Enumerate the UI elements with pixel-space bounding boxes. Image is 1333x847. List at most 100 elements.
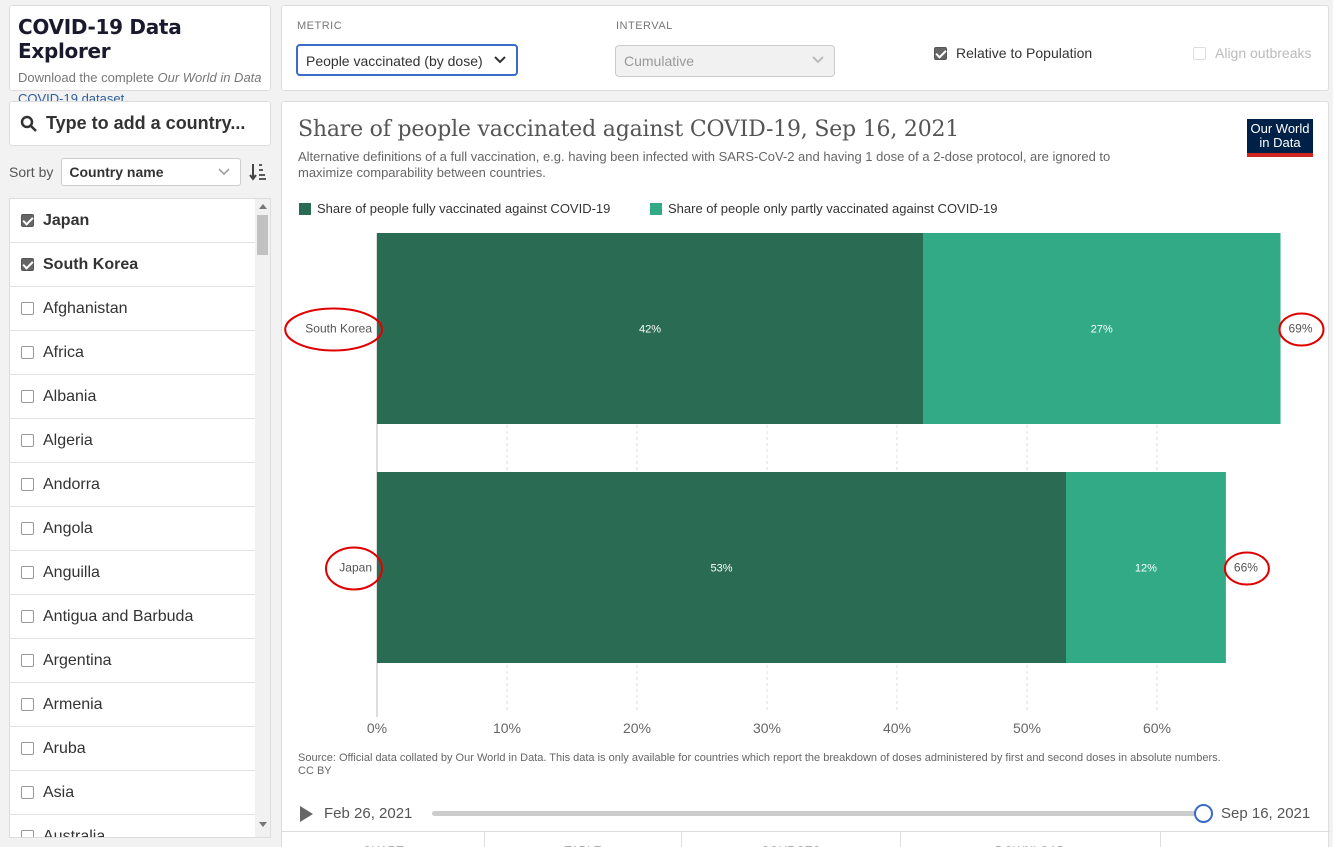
checkbox-unchecked-icon[interactable] — [21, 302, 34, 315]
list-item[interactable]: Japan — [10, 199, 255, 243]
timeline: Feb 26, 2021 Sep 16, 2021 — [298, 802, 1318, 826]
x-tick-label: 0% — [367, 720, 387, 736]
checkbox-checked-icon[interactable] — [21, 258, 34, 271]
country-name: Aruba — [43, 739, 86, 757]
country-name: Japan — [43, 211, 90, 229]
list-item[interactable]: Afghanistan — [10, 287, 255, 331]
checkbox-unchecked-icon[interactable] — [21, 610, 34, 623]
category-label: South Korea — [305, 322, 372, 336]
country-search — [9, 101, 271, 146]
checkbox-checked-icon[interactable] — [934, 46, 947, 60]
country-name: Africa — [43, 343, 84, 361]
checkbox-unchecked-icon[interactable] — [21, 390, 34, 403]
checkbox-checked-icon[interactable] — [21, 214, 34, 227]
scroll-up-icon[interactable] — [259, 204, 267, 209]
list-item[interactable]: Anguilla — [10, 551, 255, 595]
country-name: Australia — [43, 827, 106, 838]
timeline-end-date: Sep 16, 2021 — [1221, 805, 1311, 822]
desc-prefix: Download the complete — [18, 70, 158, 85]
country-name: Antigua and Barbuda — [43, 607, 194, 625]
sort-value: Country name — [69, 164, 164, 180]
tab-chart[interactable]: CHART — [282, 832, 485, 847]
bar-value-label: 53% — [710, 563, 732, 575]
chart-source: Source: Official data collated by Our Wo… — [298, 752, 1278, 778]
x-tick-label: 30% — [753, 720, 781, 736]
tab-sources[interactable]: SOURCES — [682, 832, 901, 847]
total-label: 66% — [1234, 561, 1258, 575]
checkbox-unchecked-icon[interactable] — [21, 522, 34, 535]
owid-logo[interactable]: Our World in Data — [1247, 119, 1313, 157]
bar-value-label: 27% — [1091, 324, 1113, 336]
desc-italic: Our World in Data — [157, 70, 262, 85]
country-name: Argentina — [43, 651, 112, 669]
list-item[interactable]: Argentina — [10, 639, 255, 683]
legend-label: Share of people fully vaccinated against… — [317, 201, 610, 216]
list-item[interactable]: Antigua and Barbuda — [10, 595, 255, 639]
interval-dropdown[interactable]: Cumulative — [615, 45, 835, 77]
checkbox-unchecked-icon[interactable] — [21, 698, 34, 711]
x-tick-label: 20% — [623, 720, 651, 736]
play-icon[interactable] — [300, 806, 313, 822]
checkbox-unchecked-icon[interactable] — [21, 742, 34, 755]
logo-line-1: Our World — [1250, 121, 1310, 136]
checkbox-unchecked-icon[interactable] — [21, 346, 34, 359]
sort-direction-icon[interactable] — [249, 162, 267, 182]
list-item[interactable]: Armenia — [10, 683, 255, 727]
total-label: 69% — [1289, 322, 1313, 336]
logo-line-2: in Data — [1259, 135, 1301, 150]
bar-value-label: 12% — [1135, 563, 1157, 575]
tab-share[interactable] — [1161, 832, 1330, 847]
license-text: CC BY — [298, 765, 332, 777]
legend-swatch — [650, 203, 662, 215]
relative-population-label: Relative to Population — [956, 45, 1093, 61]
scroll-down-icon[interactable] — [259, 822, 267, 827]
list-item[interactable]: Australia — [10, 815, 255, 838]
country-name: South Korea — [43, 255, 139, 273]
sort-dropdown[interactable]: Country name — [61, 158, 242, 186]
checkbox-unchecked-icon[interactable] — [21, 786, 34, 799]
checkbox-unchecked-icon[interactable] — [21, 830, 34, 837]
app-header: COVID-19 Data Explorer Download the comp… — [9, 5, 271, 106]
sort-label: Sort by — [9, 164, 54, 180]
interval-label: INTERVAL — [616, 20, 673, 32]
search-input[interactable] — [46, 113, 256, 134]
app-title: COVID-19 Data Explorer — [18, 15, 182, 63]
list-item[interactable]: Algeria — [10, 419, 255, 463]
list-item[interactable]: Africa — [10, 331, 255, 375]
scrollbar[interactable] — [255, 199, 270, 837]
interval-value: Cumulative — [624, 53, 695, 69]
list-item[interactable]: Andorra — [10, 463, 255, 507]
scroll-thumb[interactable] — [257, 215, 268, 255]
checkbox-unchecked-icon[interactable] — [21, 434, 34, 447]
x-tick-label: 60% — [1143, 720, 1171, 736]
checkbox-unchecked-icon[interactable] — [1193, 46, 1206, 60]
tab-table[interactable]: TABLE — [485, 832, 682, 847]
search-icon — [20, 115, 37, 132]
country-name: Anguilla — [43, 563, 100, 581]
metric-label: METRIC — [297, 20, 343, 32]
timeline-track[interactable] — [432, 811, 1204, 816]
checkbox-unchecked-icon[interactable] — [21, 654, 34, 667]
chevron-down-icon — [494, 56, 506, 64]
bar-chart: Share of people fully vaccinated against… — [284, 201, 1325, 736]
list-item[interactable]: South Korea — [10, 243, 255, 287]
country-name: Albania — [43, 387, 97, 405]
list-item[interactable]: Albania — [10, 375, 255, 419]
list-item[interactable]: Aruba — [10, 727, 255, 771]
tab-download[interactable]: DOWNLOAD — [901, 832, 1161, 847]
x-tick-label: 10% — [493, 720, 521, 736]
chart-subtitle: Alternative definitions of a full vaccin… — [298, 149, 1111, 180]
list-item[interactable]: Angola — [10, 507, 255, 551]
align-outbreaks-toggle[interactable]: Align outbreaks — [1193, 45, 1312, 61]
list-item[interactable]: Asia — [10, 771, 255, 815]
relative-population-toggle[interactable]: Relative to Population — [934, 45, 1092, 61]
country-name: Angola — [43, 519, 93, 537]
timeline-handle[interactable] — [1194, 804, 1213, 823]
checkbox-unchecked-icon[interactable] — [21, 478, 34, 491]
checkbox-unchecked-icon[interactable] — [21, 566, 34, 579]
country-name: Andorra — [43, 475, 100, 493]
country-name: Afghanistan — [43, 299, 128, 317]
category-label: Japan — [339, 561, 372, 575]
country-name: Armenia — [43, 695, 103, 713]
metric-dropdown[interactable]: People vaccinated (by dose) — [296, 44, 518, 76]
